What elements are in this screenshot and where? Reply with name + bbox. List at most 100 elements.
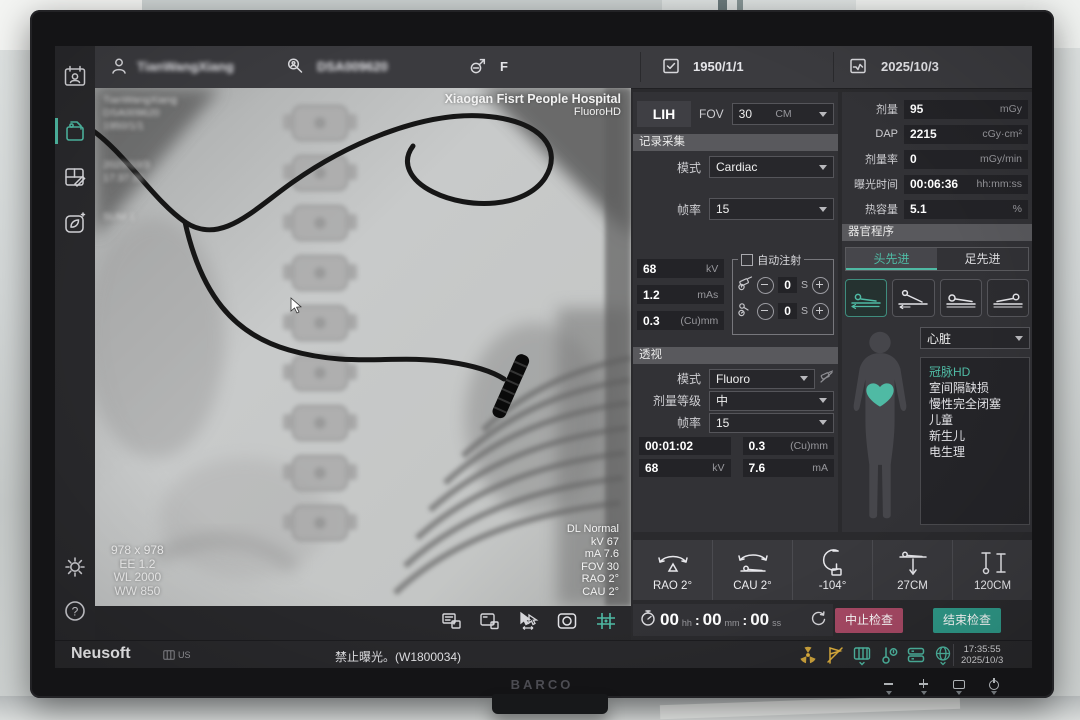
xray-delay-icon — [737, 301, 753, 322]
status-bar: Neusoft US 禁止曝光。(W1800034) 17:35:55 — [55, 640, 1032, 668]
patient-registration-icon[interactable] — [62, 64, 88, 90]
fluoroscopy-viewport[interactable]: TianWangXiang DSA009620 1950/1/1 2025/10… — [95, 88, 631, 606]
image-mode-label: FluoroHD — [445, 106, 621, 118]
tab-head-first[interactable]: 头先进 — [846, 248, 937, 270]
image-toolbar — [95, 606, 631, 640]
fluoro-section-header: 透视 — [633, 347, 838, 364]
birthdate-calendar-icon — [661, 56, 681, 81]
dose-row: 热容量 5.1% — [842, 198, 1032, 220]
birth-date: 1950/1/1 — [693, 59, 744, 74]
exam-control-row: 00hh : 00mm : 00ss 中止检查 结束检查 — [633, 602, 1032, 640]
system-clock: 17:35:55 2025/10/3 — [961, 645, 1003, 666]
monitor-power-button[interactable] — [988, 678, 999, 695]
fluoro-fps-label: 帧率 — [633, 414, 709, 431]
patient-position-buttons — [845, 279, 1029, 317]
finish-exam-button[interactable]: 结束检查 — [933, 608, 1001, 633]
program-item[interactable]: 电生理 — [929, 444, 1029, 460]
record-mode-select[interactable]: Cardiac — [709, 156, 834, 178]
hospital-name: Xiaogan Fisrt People Hospital — [445, 92, 621, 106]
studydate-calendar-icon — [848, 56, 868, 81]
cursor-measure-icon[interactable] — [517, 611, 539, 636]
fov-select[interactable]: 30 CM — [732, 103, 834, 125]
position-incline-button[interactable] — [892, 279, 934, 317]
kv-readout: 68kV — [637, 259, 724, 278]
dose-row: DAP 2215cGy·cm² — [842, 123, 1032, 145]
monitor: ? TianWangXiang DSA009620 F — [30, 10, 1054, 698]
divider — [833, 52, 834, 82]
injector-disabled-icon[interactable] — [819, 369, 834, 389]
cu-filter-readout: 0.3(Cu)mm — [637, 311, 724, 330]
gender-value: F — [500, 59, 508, 74]
program-item[interactable]: 慢性完全闭塞 — [929, 396, 1029, 412]
monitor-minus-button[interactable] — [883, 678, 894, 695]
acquisition-icon[interactable] — [62, 118, 88, 144]
position-head-left-button[interactable] — [940, 279, 982, 317]
collimator-blinds-icon[interactable] — [851, 644, 873, 668]
position-supine-button[interactable] — [845, 279, 887, 317]
abort-exam-button[interactable]: 中止检查 — [835, 608, 903, 633]
lih-button[interactable]: LIH — [637, 101, 691, 127]
fov-label: FOV — [699, 107, 724, 121]
program-item[interactable]: 新生儿 — [929, 428, 1029, 444]
fluoro-cu-readout: 0.3(Cu)mm — [743, 437, 835, 455]
fluoro-mode-select[interactable]: Fluoro — [709, 369, 815, 389]
record-section-header: 记录采集 — [633, 134, 838, 151]
tab-feet-first[interactable]: 足先进 — [937, 248, 1028, 270]
program-item[interactable]: 室间隔缺损 — [929, 380, 1029, 396]
dose-level-label: 剂量等级 — [633, 392, 709, 409]
image-params-overlay: 978 x 978 EE 1.2 WL 2000 WW 850 — [111, 544, 164, 598]
body-silhouette[interactable] — [846, 327, 914, 530]
active-indicator — [55, 118, 58, 144]
image-processing-icon[interactable] — [62, 210, 88, 236]
camera-snapshot-icon[interactable] — [556, 611, 578, 636]
xray-delay-minus-button[interactable] — [757, 303, 774, 320]
radiation-warning-icon[interactable] — [797, 644, 819, 668]
fluoro-kv-readout: 68kV — [639, 459, 731, 477]
position-head-right-button[interactable] — [987, 279, 1029, 317]
probe-indicator[interactable]: US — [163, 650, 191, 660]
topbar: TianWangXiang DSA009620 F 1950/1/1 — [95, 46, 1032, 89]
program-item[interactable]: 冠脉HD — [929, 364, 1029, 380]
timer-reset-icon[interactable] — [810, 609, 827, 631]
monitor-menu-button[interactable] — [953, 678, 964, 695]
inject-delay-minus-button[interactable] — [757, 277, 774, 294]
photo-background: ? TianWangXiang DSA009620 F — [0, 0, 1080, 720]
help-icon[interactable]: ? — [62, 598, 88, 624]
fluoro-fps-select[interactable]: 15 — [709, 413, 834, 433]
patient-id: DSA009620 — [317, 59, 388, 74]
xray-delay-plus-button[interactable] — [812, 303, 829, 320]
image-hospital-overlay: Xiaogan Fisrt People Hospital FluoroHD — [445, 92, 621, 118]
settings-gear-icon[interactable] — [62, 554, 88, 580]
program-item[interactable]: 儿童 — [929, 412, 1029, 428]
divider — [640, 52, 641, 82]
image-patient-overlay: TianWangXiang DSA009620 1950/1/1 2025/10… — [103, 94, 177, 224]
study-date: 2025/10/3 — [881, 59, 939, 74]
storage-server-icon[interactable] — [905, 644, 927, 668]
review-icon[interactable] — [62, 164, 88, 190]
chevron-down-icon — [819, 165, 827, 170]
record-fps-label: 帧率 — [633, 201, 709, 218]
inject-delay-plus-button[interactable] — [812, 277, 829, 294]
rotation-readout: -104° — [792, 540, 872, 600]
save-image-icon[interactable] — [441, 611, 462, 636]
neusoft-logo: Neusoft — [71, 645, 131, 663]
monitor-controls — [883, 678, 999, 695]
record-fps-select[interactable]: 15 — [709, 198, 834, 220]
collimator-grid-icon[interactable] — [595, 611, 617, 636]
auto-inject-checkbox[interactable] — [741, 254, 753, 266]
save-series-icon[interactable] — [479, 611, 500, 636]
network-globe-icon[interactable] — [932, 644, 954, 668]
auto-inject-label: 自动注射 — [757, 252, 801, 268]
stopwatch-icon — [639, 609, 657, 632]
chevron-down-icon — [819, 112, 827, 117]
body-region-select[interactable]: 心脏 — [920, 327, 1030, 349]
monitor-plus-button[interactable] — [918, 678, 929, 695]
inject-delay-value: 0 — [778, 277, 797, 293]
mas-readout: 1.2mAs — [637, 285, 724, 304]
exposure-warning-text: 禁止曝光。(W1800034) — [335, 648, 461, 665]
thermometer-icon[interactable] — [878, 644, 900, 668]
xray-delay-value: 0 — [778, 303, 797, 319]
cran-caud-readout: CAU 2° — [712, 540, 792, 600]
dose-level-select[interactable]: 中 — [709, 391, 834, 411]
flag-mute-icon[interactable] — [824, 644, 846, 668]
